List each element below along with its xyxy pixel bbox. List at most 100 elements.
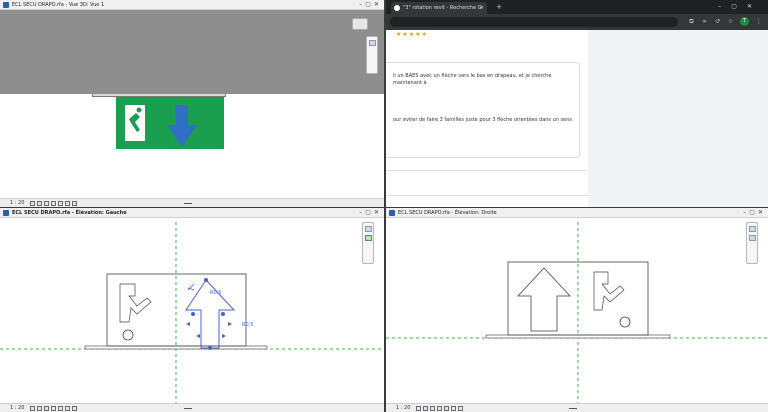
visual-style-icon[interactable]: [37, 406, 42, 411]
forum-post-card: li un BAES avec un flèche vers le bas en…: [386, 62, 580, 158]
view-control-icons[interactable]: [416, 406, 463, 411]
view-control-icons[interactable]: [30, 201, 77, 206]
revit-app-icon: [3, 210, 9, 216]
drag-handle-icon[interactable]: [187, 283, 195, 291]
crop-icon[interactable]: [444, 406, 449, 411]
address-bar[interactable]: [390, 17, 678, 27]
exit-sign-3d[interactable]: [116, 97, 224, 149]
sun-path-icon[interactable]: [44, 201, 49, 206]
window-titlebar[interactable]: ECL SECU DRAPO.rfa - Élévation: Droite –…: [386, 208, 768, 218]
navigation-bar[interactable]: [746, 222, 758, 264]
navigation-bar[interactable]: [362, 222, 374, 264]
page-divider-2: [386, 195, 588, 196]
scrollbar-thumb[interactable]: [184, 203, 193, 204]
sun-path-icon[interactable]: [430, 406, 435, 411]
window-controls[interactable]: –▢✕: [743, 208, 766, 217]
mounting-base[interactable]: [84, 345, 268, 350]
tab-close-icon[interactable]: ×: [480, 2, 484, 14]
dimension-label-side[interactable]: R0,5: [242, 322, 253, 328]
visual-style-icon[interactable]: [37, 201, 42, 206]
post-text-line-2: our éviter de faire 3 familles juste pou…: [393, 117, 573, 123]
zoom-icon[interactable]: [364, 226, 372, 232]
mounting-base[interactable]: [485, 334, 671, 339]
sun-path-icon[interactable]: [44, 406, 49, 411]
post-text-line-1: li un BAES avec un flèche vers le bas en…: [393, 73, 552, 86]
shape-handle[interactable]: [208, 346, 212, 350]
pictogram-circle: [619, 316, 631, 328]
window-title: ECL SECU DRAPO.rfa - Élévation: Gauche: [12, 210, 127, 216]
dimension-label-top[interactable]: R0,5: [210, 290, 221, 296]
shadows-icon[interactable]: [51, 406, 56, 411]
hide-isolate-icon[interactable]: [65, 201, 70, 206]
browser-window[interactable]: "3" rotation revit - Recherche G × + –▢✕…: [386, 0, 768, 207]
view-scale[interactable]: 1 : 20: [10, 199, 24, 207]
hide-isolate-icon[interactable]: [65, 406, 70, 411]
detail-level-icon[interactable]: [416, 406, 421, 411]
shadows-icon[interactable]: [437, 406, 442, 411]
running-man-head: [136, 107, 142, 113]
window-titlebar[interactable]: ECL SECU DRAPO.rfa - Vue 3D: Vue 1 –▢✕: [0, 0, 384, 10]
view-control-bar: 1 : 20: [386, 403, 768, 412]
viewcube-home-icon[interactable]: [352, 18, 368, 30]
elevation-canvas-left[interactable]: R0,5 R0,5: [0, 218, 384, 404]
window-controls[interactable]: –▢✕: [359, 0, 382, 9]
reveal-hidden-icon[interactable]: [458, 406, 463, 411]
window-titlebar[interactable]: ECL SECU DRAPO.rfa - Élévation: Gauche –…: [0, 208, 384, 218]
link-icon[interactable]: ∞: [701, 18, 708, 25]
shape-handle[interactable]: [191, 312, 195, 316]
revit-app-icon: [3, 2, 9, 8]
toolbar-icons: ⧉ ∞ ↺ ☆ T ⋮: [688, 17, 762, 26]
view-scale[interactable]: 1 : 20: [396, 404, 410, 412]
window-controls[interactable]: –▢✕: [359, 208, 382, 217]
reveal-hidden-icon[interactable]: [72, 406, 77, 411]
revit-right-elevation-window[interactable]: ECL SECU DRAPO.rfa - Élévation: Droite –…: [386, 208, 768, 412]
detail-level-icon[interactable]: [30, 201, 35, 206]
steeringwheel-icon[interactable]: [364, 235, 372, 241]
running-man-outline-icon: [119, 283, 152, 323]
viewcube-icon[interactable]: [368, 40, 376, 46]
window-title: ECL SECU DRAPO.rfa - Élévation: Droite: [398, 210, 497, 216]
crop-icon[interactable]: [58, 406, 63, 411]
view-control-icons[interactable]: [30, 406, 77, 411]
flip-arrows-icon[interactable]: [186, 322, 232, 338]
menu-kebab-icon[interactable]: ⋮: [755, 18, 762, 25]
shadows-icon[interactable]: [51, 201, 56, 206]
scrollbar-thumb[interactable]: [184, 408, 193, 409]
history-icon[interactable]: ↺: [714, 18, 721, 25]
browser-tab-search[interactable]: "3" rotation revit - Recherche G ×: [391, 2, 487, 14]
browser-tab-strip: "3" rotation revit - Recherche G × + –▢✕: [386, 0, 768, 14]
viewport-3d[interactable]: [0, 10, 384, 198]
revit-left-elevation-window[interactable]: ECL SECU DRAPO.rfa - Élévation: Gauche –…: [0, 208, 384, 412]
view-scale[interactable]: 1 : 20: [10, 404, 24, 412]
page-divider: [386, 170, 588, 171]
detail-level-icon[interactable]: [30, 406, 35, 411]
browser-window-controls[interactable]: –▢✕: [718, 0, 762, 14]
navigation-bar[interactable]: [366, 36, 378, 74]
google-favicon-icon: [394, 5, 400, 11]
zoom-icon[interactable]: [748, 226, 756, 232]
hide-isolate-icon[interactable]: [451, 406, 456, 411]
revit-app-icon: [389, 210, 395, 216]
translate-icon[interactable]: ⧉: [688, 18, 695, 25]
browser-page[interactable]: ★★★★★ li un BAES avec un flèche vers le …: [386, 30, 768, 207]
steeringwheel-icon[interactable]: [748, 235, 756, 241]
new-tab-button[interactable]: +: [494, 2, 504, 12]
view-control-bar: 1 : 20: [0, 198, 384, 207]
window-title: ECL SECU DRAPO.rfa - Vue 3D: Vue 1: [12, 2, 105, 8]
shape-handle[interactable]: [204, 278, 208, 282]
profile-avatar[interactable]: T: [740, 17, 749, 26]
running-man-outline-icon: [593, 271, 625, 311]
browser-toolbar: ⧉ ∞ ↺ ☆ T ⋮: [386, 14, 768, 30]
scrollbar-thumb[interactable]: [569, 408, 578, 409]
reveal-hidden-icon[interactable]: [72, 201, 77, 206]
bookmark-star-icon[interactable]: ☆: [727, 18, 734, 25]
elevation-canvas-right[interactable]: [386, 218, 768, 404]
arrow-up-outline: [517, 267, 571, 332]
visual-style-icon[interactable]: [423, 406, 428, 411]
crop-icon[interactable]: [58, 201, 63, 206]
revit-3d-view-window[interactable]: ECL SECU DRAPO.rfa - Vue 3D: Vue 1 –▢✕ 1…: [0, 0, 384, 207]
rating-stars: ★★★★★: [396, 31, 428, 38]
view-control-bar: 1 : 20: [0, 403, 384, 412]
shape-handle[interactable]: [221, 312, 225, 316]
pictogram-circle: [122, 329, 134, 341]
